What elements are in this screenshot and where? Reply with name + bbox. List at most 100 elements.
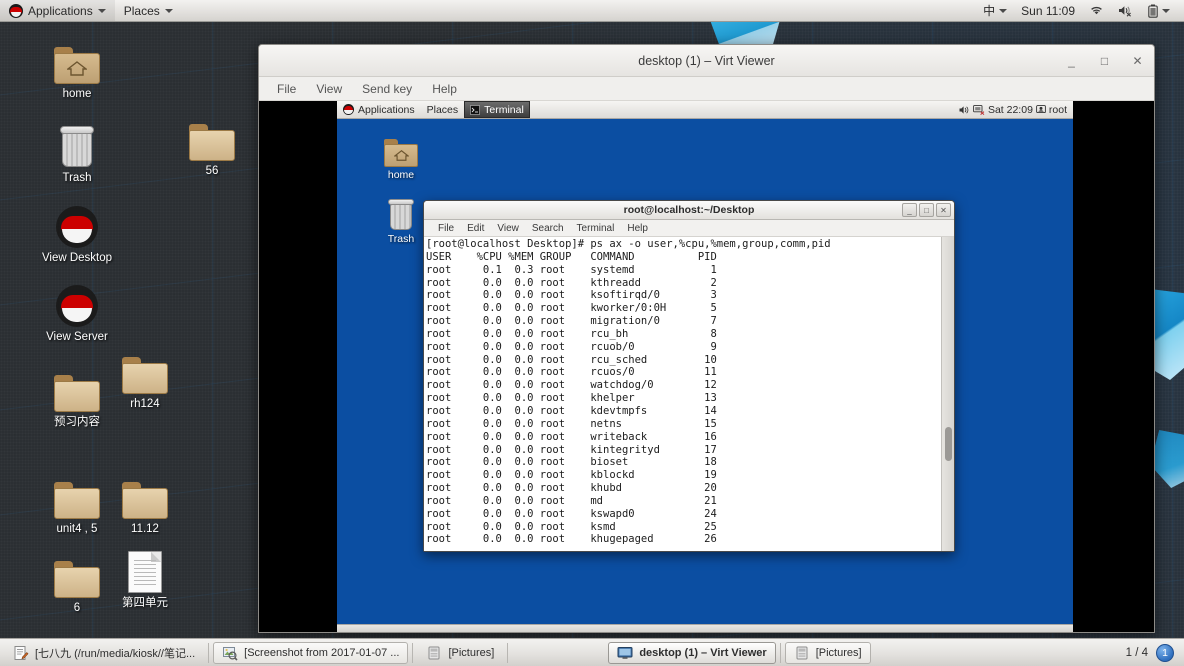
terminal-title: root@localhost:~/Desktop (623, 204, 755, 216)
guest-applications-label: Applications (358, 103, 415, 116)
guest-top-panel: Applications Places Terminal Sat 22:09 r… (337, 101, 1073, 119)
terminal-window-controls: _ □ ✕ (902, 203, 951, 217)
terminal-output: [root@localhost Desktop]# ps ax -o user,… (426, 238, 831, 546)
desktop-icon-rh124[interactable]: rh124 (98, 346, 192, 411)
taskbar-item-label: [Screenshot from 2017-01-07 ... (244, 646, 400, 659)
redhat-logo-icon (343, 104, 354, 115)
desktop-icon-label: home (62, 88, 92, 100)
taskbar-item-label: desktop (1) – Virt Viewer (639, 646, 767, 659)
notepad-icon (14, 645, 29, 660)
folder-icon (165, 113, 259, 161)
speaker-muted-icon (1119, 6, 1131, 17)
menu-help[interactable]: Help (424, 80, 465, 98)
workspace-switcher: 1 / 4 1 (1125, 643, 1182, 662)
workspace-count-label: 1 / 4 (1125, 646, 1148, 659)
guest-clock-label[interactable]: Sat 22:09 (988, 104, 1033, 116)
chevron-down-icon (1162, 8, 1170, 13)
terminal-minimize-button[interactable]: _ (902, 203, 917, 217)
terminal-scrollbar-thumb[interactable] (945, 427, 952, 461)
taskbar-item-notes[interactable]: [七八九 (/run/media/kiosk//笔记... (4, 642, 204, 664)
taskbar-separator (779, 642, 781, 663)
user-icon[interactable] (1036, 104, 1046, 115)
guest-window-button-terminal[interactable]: Terminal (464, 101, 530, 118)
battery-status[interactable] (1142, 0, 1176, 21)
desktop-icon-label: 11.12 (131, 523, 159, 535)
folder-icon (98, 471, 192, 519)
input-method-indicator[interactable]: 中 (977, 0, 1013, 21)
document-icon (98, 545, 192, 593)
guest-places-menu[interactable]: Places (421, 101, 465, 118)
desktop-icon-56[interactable]: 56 (165, 113, 259, 178)
guest-places-label: Places (426, 103, 459, 116)
taskbar-item-screenshot[interactable]: [Screenshot from 2017-01-07 ... (213, 641, 409, 664)
top-panel-tray: 中 Sun 11:09 (977, 0, 1184, 21)
menu-view[interactable]: View (308, 80, 350, 98)
speaker-icon[interactable] (959, 105, 970, 115)
places-menu-label: Places (123, 3, 160, 18)
taskbar-item-label: [Pictures] (815, 646, 862, 659)
terminal-body[interactable]: [root@localhost Desktop]# ps ax -o user,… (424, 237, 954, 551)
terminal-menubar: File Edit View Search Terminal Help (424, 220, 954, 237)
chevron-down-icon (97, 8, 106, 13)
desktop-icon-label: 56 (205, 165, 219, 177)
guest-user-label[interactable]: root (1049, 104, 1067, 116)
taskbar: [七八九 (/run/media/kiosk//笔记... [Screensho… (0, 638, 1184, 666)
taskbar-item-pictures-2[interactable]: [Pictures] (784, 641, 871, 664)
terminal-menu-file[interactable]: File (432, 222, 460, 235)
desktop-icon-11-12[interactable]: 11.12 (98, 471, 192, 536)
desktop-icon-label: 第四单元 (122, 597, 168, 609)
desktop-icon-disiyuandan[interactable]: 第四单元 (98, 545, 192, 610)
folder-home-icon (365, 133, 437, 167)
terminal-close-button[interactable]: ✕ (936, 203, 951, 217)
guest-panel-tray: Sat 22:09 root (959, 104, 1073, 116)
terminal-titlebar[interactable]: root@localhost:~/Desktop _ □ ✕ (424, 201, 954, 220)
applications-menu-label: Applications (28, 3, 93, 18)
terminal-menu-edit[interactable]: Edit (461, 222, 490, 235)
workspace-badge[interactable]: 1 (1156, 643, 1174, 662)
guest-desktop-icon-home[interactable]: home (365, 133, 437, 181)
virt-viewer-title: desktop (1) – Virt Viewer (638, 53, 775, 68)
image-viewer-icon (223, 646, 238, 661)
desktop-icon-label: View Desktop (41, 252, 113, 264)
guest-desktop-icon-label: home (387, 169, 415, 181)
desktop-icon-home[interactable]: home (30, 36, 124, 101)
screen: Applications Places 中 Sun 11:09 home Tra… (0, 0, 1184, 666)
terminal-window: root@localhost:~/Desktop _ □ ✕ File Edit… (423, 200, 955, 552)
clock[interactable]: Sun 11:09 (1015, 0, 1081, 21)
redhat-logo-icon (9, 3, 23, 18)
terminal-menu-view[interactable]: View (491, 222, 525, 235)
minimize-button[interactable]: _ (1063, 53, 1080, 70)
terminal-menu-help[interactable]: Help (621, 222, 654, 235)
terminal-menu-terminal[interactable]: Terminal (571, 222, 621, 235)
desktop-icon-view-server[interactable]: View Server (30, 279, 124, 344)
taskbar-separator (412, 642, 414, 663)
monitor-icon (617, 646, 633, 659)
guest-viewport[interactable]: Applications Places Terminal Sat 22:09 r… (259, 101, 1154, 632)
terminal-icon (470, 104, 480, 115)
terminal-maximize-button[interactable]: □ (919, 203, 934, 217)
menu-file[interactable]: File (269, 80, 304, 98)
desktop-icon-trash[interactable]: Trash (30, 120, 124, 185)
virt-viewer-titlebar[interactable]: desktop (1) – Virt Viewer _ □ ✕ (259, 45, 1154, 77)
desktop-icon-label: rh124 (130, 398, 160, 410)
volume-status[interactable] (1112, 0, 1140, 21)
network-disconnected-icon[interactable] (973, 104, 985, 115)
virt-viewer-window-controls: _ □ ✕ (1063, 45, 1146, 77)
places-menu[interactable]: Places (115, 0, 182, 21)
taskbar-item-label: [七八九 (/run/media/kiosk//笔记... (35, 647, 196, 660)
taskbar-item-pictures-1[interactable]: [Pictures] (417, 642, 503, 664)
applications-menu[interactable]: Applications (0, 0, 115, 21)
desktop-icon-view-desktop[interactable]: View Desktop (30, 200, 124, 265)
redhat-icon (30, 200, 124, 248)
close-button[interactable]: ✕ (1129, 53, 1146, 70)
battery-icon (1148, 4, 1158, 18)
menu-send-key[interactable]: Send key (354, 80, 420, 98)
terminal-menu-search[interactable]: Search (526, 222, 570, 235)
maximize-button[interactable]: □ (1096, 53, 1113, 70)
taskbar-item-virt-viewer[interactable]: desktop (1) – Virt Viewer (608, 641, 776, 664)
terminal-scrollbar[interactable] (941, 237, 954, 551)
guest-desktop: home Trash root@localhost:~/Desktop _ □ … (337, 119, 1073, 624)
folder-home-icon (30, 36, 124, 84)
guest-applications-menu[interactable]: Applications (337, 101, 421, 118)
wifi-status[interactable] (1083, 0, 1110, 21)
